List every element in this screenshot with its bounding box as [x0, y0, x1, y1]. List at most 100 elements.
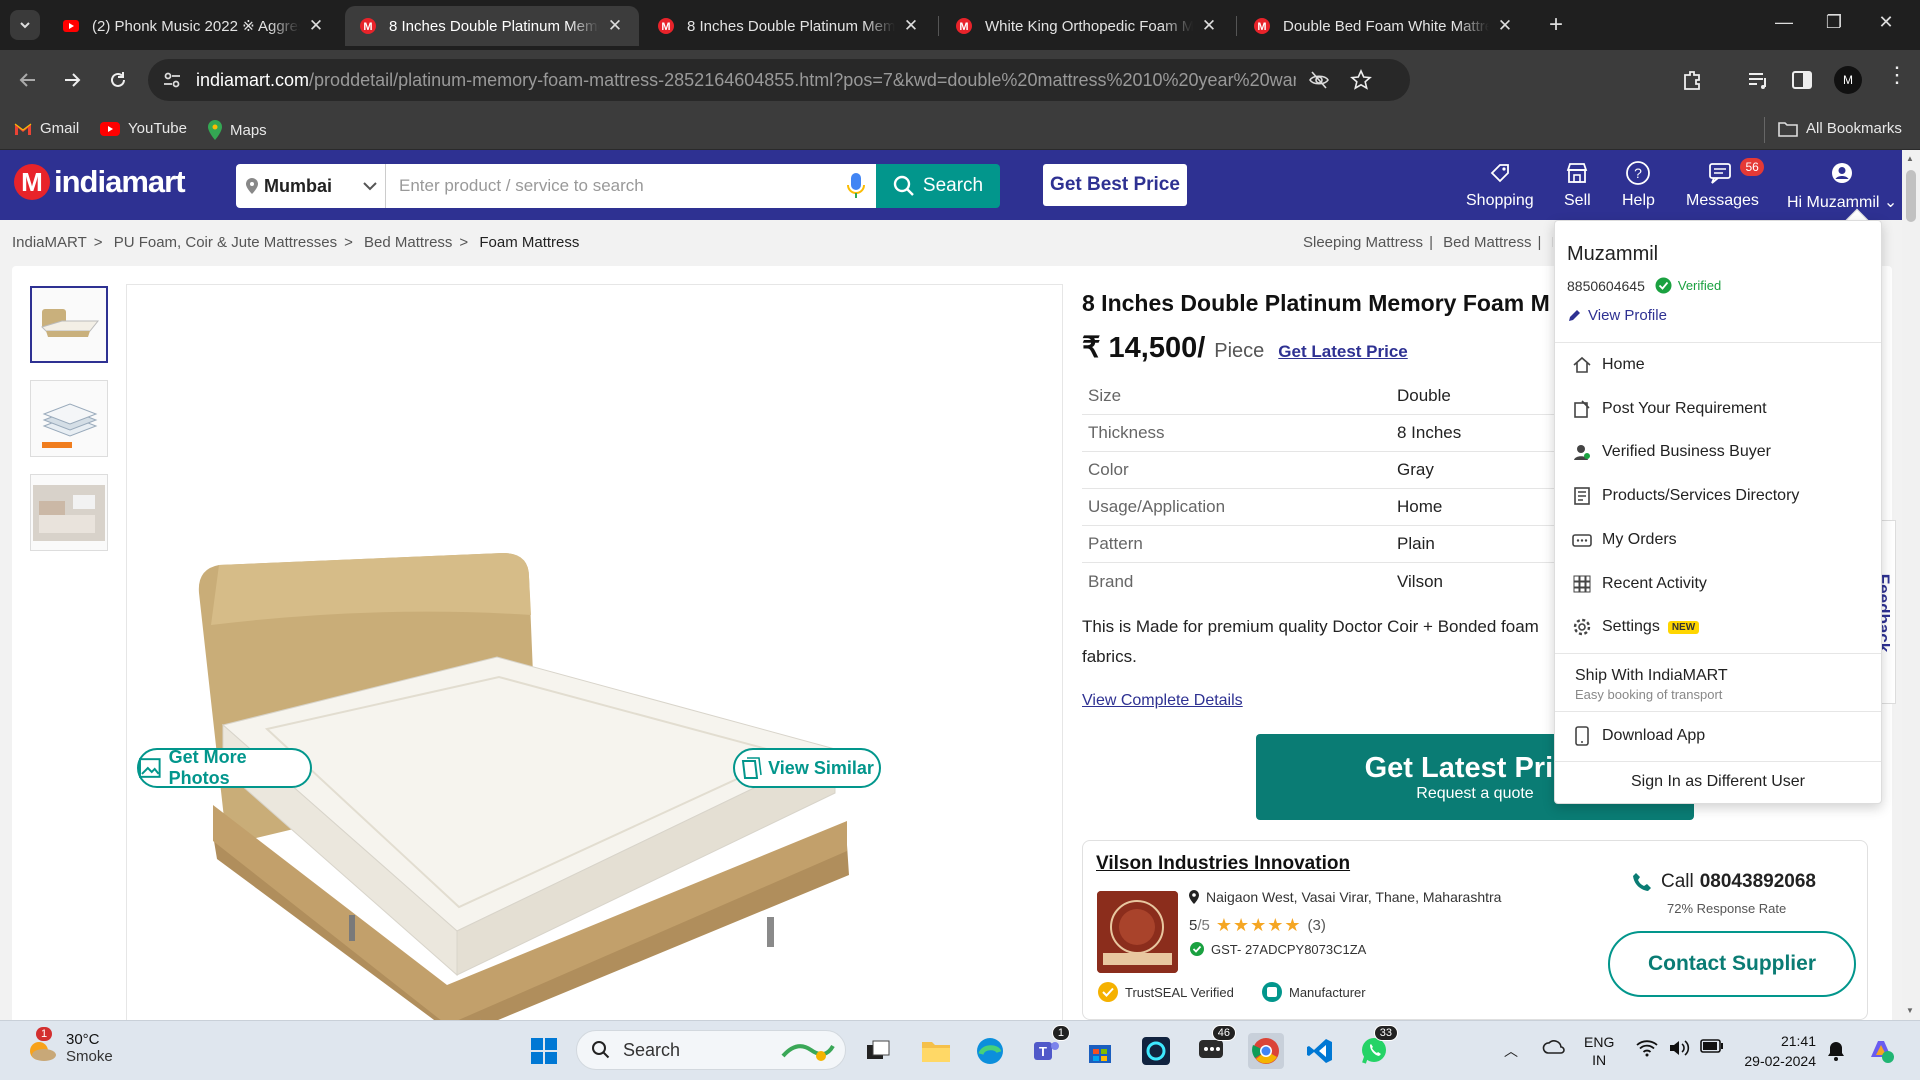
new-tab-button[interactable]: + [1542, 11, 1570, 39]
chat-button[interactable]: 46 [1194, 1025, 1236, 1069]
tray-overflow-icon[interactable]: ︿ [1504, 1041, 1518, 1061]
breadcrumb-item[interactable]: IndiaMART [12, 234, 87, 251]
volume-icon [1670, 1040, 1690, 1056]
close-window-button[interactable]: ✕ [1866, 12, 1906, 33]
chrome-button[interactable] [1248, 1033, 1284, 1069]
related-link[interactable]: Sleeping Mattress [1303, 234, 1423, 251]
reload-button[interactable] [104, 66, 132, 94]
more-menu-icon[interactable]: ⋮ [1886, 64, 1908, 86]
browser-tab[interactable]: (2) Phonk Music 2022 ※ Aggressive ✕ [48, 6, 340, 46]
star-icon[interactable] [1350, 69, 1372, 91]
close-icon[interactable]: ✕ [306, 16, 326, 36]
page-scrollbar[interactable]: ▲ ▼ [1902, 150, 1920, 1020]
browser-tab[interactable]: M 8 Inches Double Platinum Memory ✕ [345, 6, 639, 46]
system-tray-icons[interactable] [1636, 1039, 1724, 1057]
close-icon[interactable]: ✕ [605, 16, 625, 36]
file-explorer-button[interactable] [918, 1033, 954, 1069]
product-search-input[interactable]: Enter product / service to search [386, 164, 876, 208]
browser-tab[interactable]: M Double Bed Foam White Mattress ✕ [1239, 6, 1529, 46]
microphone-icon[interactable] [846, 172, 866, 200]
teams-button[interactable]: T 1 [1028, 1025, 1070, 1069]
close-icon[interactable]: ✕ [901, 16, 921, 36]
restore-button[interactable]: ❐ [1814, 12, 1854, 33]
get-best-price-button[interactable]: Get Best Price [1043, 164, 1187, 206]
supplier-name[interactable]: Vilson Industries Innovation [1096, 853, 1350, 875]
scroll-down-arrow[interactable]: ▼ [1906, 1006, 1914, 1015]
browser-tab[interactable]: M 8 Inches Double Platinum Memory ✕ [643, 6, 935, 46]
menu-item-my-orders[interactable]: My Orders [1571, 527, 1677, 553]
weather-widget[interactable]: 1 30°C Smoke [24, 1027, 113, 1065]
profile-avatar[interactable]: M [1834, 66, 1862, 94]
get-more-photos-button[interactable]: Get More Photos [137, 747, 312, 788]
product-main-image[interactable]: Get More Photos View Similar [126, 284, 1063, 1029]
minimize-button[interactable]: — [1764, 12, 1804, 33]
product-thumbnail[interactable] [30, 474, 108, 551]
start-button[interactable] [526, 1033, 562, 1069]
onedrive-icon[interactable] [1542, 1039, 1566, 1055]
product-thumbnail[interactable] [30, 380, 108, 457]
menu-item-settings[interactable]: Settings NEW [1571, 614, 1700, 640]
related-link[interactable]: Bed Mattress [1443, 234, 1531, 251]
vscode-button[interactable] [1302, 1033, 1338, 1069]
svg-text:M: M [1257, 21, 1266, 33]
menu-item-verified-buyer[interactable]: Verified Business Buyer [1571, 439, 1771, 465]
get-latest-price-link[interactable]: Get Latest Price [1278, 342, 1407, 362]
notification-bell-icon[interactable] [1826, 1040, 1846, 1062]
media-control-icon[interactable] [1746, 68, 1770, 92]
copilot-icon[interactable] [1866, 1035, 1896, 1065]
menu-item-home[interactable]: Home [1571, 352, 1645, 378]
taskbar-clock[interactable]: 21:41 29-02-2024 [1726, 1031, 1816, 1071]
bookmark-gmail[interactable]: Gmail [14, 120, 79, 137]
scrollbar-thumb[interactable] [1906, 170, 1916, 222]
nav-messages[interactable]: 56 Messages [1686, 158, 1764, 210]
rating-count[interactable]: (3) [1308, 917, 1326, 934]
call-supplier[interactable]: Call 08043892068 [1631, 871, 1816, 893]
view-profile-link[interactable]: View Profile [1567, 307, 1667, 324]
back-button[interactable] [14, 66, 42, 94]
related-link[interactable]: F [1552, 234, 1553, 251]
nav-shopping[interactable]: Shopping [1466, 160, 1534, 210]
language-indicator[interactable]: ENG IN [1584, 1033, 1614, 1069]
store-button[interactable] [1082, 1033, 1118, 1069]
eye-slash-icon[interactable] [1308, 70, 1330, 90]
nav-help[interactable]: ? Help [1622, 160, 1655, 210]
indiamart-logo[interactable]: M indiamart [12, 162, 186, 202]
tab-search-button[interactable] [10, 10, 40, 40]
menu-item-directory[interactable]: Products/Services Directory [1571, 483, 1799, 509]
search-button[interactable]: Search [876, 164, 1000, 208]
close-icon[interactable]: ✕ [1495, 16, 1515, 36]
address-bar[interactable]: indiamart.com/proddetail/platinum-memory… [148, 59, 1410, 101]
bookmark-maps[interactable]: Maps [208, 120, 267, 140]
menu-item-recent-activity[interactable]: Recent Activity [1571, 571, 1707, 597]
browser-tab[interactable]: M White King Orthopedic Foam Mattress ✕ [941, 6, 1233, 46]
scroll-up-arrow[interactable]: ▲ [1906, 154, 1914, 163]
all-bookmarks-button[interactable]: All Bookmarks [1778, 120, 1902, 137]
view-complete-details-link[interactable]: View Complete Details [1082, 692, 1243, 710]
extensions-icon[interactable] [1680, 68, 1704, 92]
ship-with-indiamart-link[interactable]: Ship With IndiaMART [1575, 667, 1728, 685]
product-thumbnail[interactable] [30, 286, 108, 363]
menu-item-download-app[interactable]: Download App [1571, 723, 1705, 749]
cortana-icon [1142, 1037, 1170, 1065]
nav-user-menu[interactable]: Hi Muzammil ⌄ [1787, 160, 1897, 212]
edge-button[interactable] [972, 1033, 1008, 1069]
task-view-button[interactable] [860, 1033, 896, 1069]
contact-supplier-button[interactable]: Contact Supplier [1608, 931, 1856, 997]
supplier-gst: GST- 27ADCPY8073C1ZA [1189, 941, 1366, 957]
nav-sell[interactable]: Sell [1564, 160, 1591, 210]
breadcrumb-item[interactable]: PU Foam, Coir & Jute Mattresses [114, 234, 337, 251]
bookmark-youtube[interactable]: YouTube [100, 120, 187, 137]
supplier-logo[interactable] [1097, 891, 1178, 973]
city-selector[interactable]: Mumbai [236, 164, 386, 208]
side-panel-icon[interactable] [1790, 68, 1814, 92]
cortana-button[interactable] [1138, 1033, 1174, 1069]
sign-in-different-user-link[interactable]: Sign In as Different User [1555, 773, 1881, 791]
taskbar-search[interactable]: Search [576, 1030, 846, 1070]
menu-item-post-requirement[interactable]: Post Your Requirement [1571, 396, 1767, 422]
close-icon[interactable]: ✕ [1199, 16, 1219, 36]
whatsapp-button[interactable]: 33 [1356, 1025, 1398, 1069]
forward-button[interactable] [58, 66, 86, 94]
breadcrumb-item[interactable]: Bed Mattress [364, 234, 452, 251]
view-similar-button[interactable]: View Similar [733, 748, 881, 788]
site-settings-icon[interactable] [162, 70, 182, 90]
